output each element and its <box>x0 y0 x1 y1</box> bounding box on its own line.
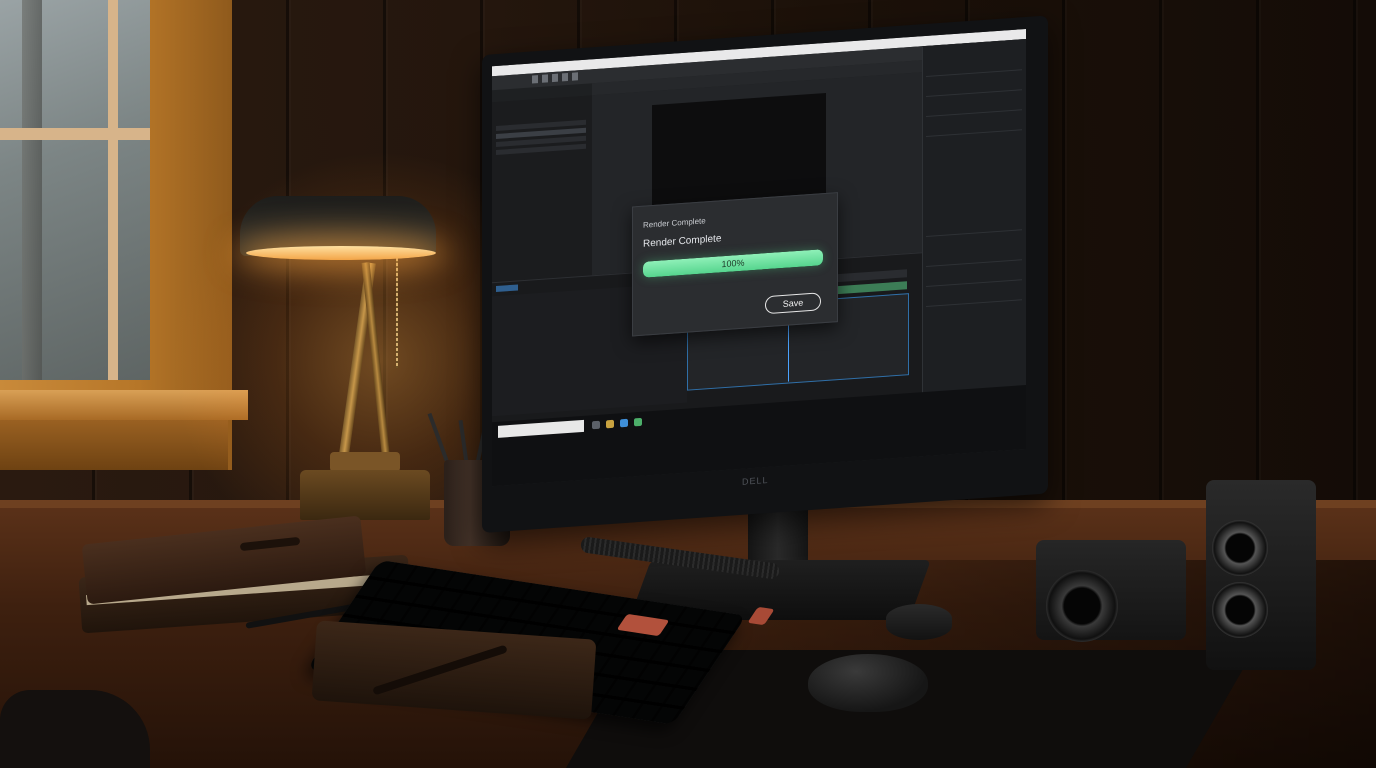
lamp-pull-chain <box>396 258 398 368</box>
lamp-bulb-glow <box>246 246 436 260</box>
dialog-title: Render Complete <box>643 233 722 250</box>
tool-icon[interactable] <box>542 74 548 83</box>
small-tin <box>886 604 952 640</box>
dialog-header: Render Complete <box>643 216 706 230</box>
folder-icon[interactable] <box>606 419 614 429</box>
tree-trunk-outside <box>22 0 42 380</box>
lamp-base <box>300 470 430 520</box>
camera-viewing-lens <box>1212 520 1268 576</box>
window-mullion-horizontal <box>0 128 150 140</box>
tool-icon[interactable] <box>572 72 578 81</box>
browser-icon[interactable] <box>620 418 628 428</box>
monitor-screen: Render Complete Render Complete 100% Sav… <box>492 28 1026 487</box>
monitor: Render Complete Render Complete 100% Sav… <box>482 15 1048 533</box>
computer-mouse <box>808 654 928 712</box>
search-icon[interactable] <box>592 420 600 430</box>
render-complete-dialog: Render Complete Render Complete 100% Sav… <box>632 192 838 337</box>
lamp-base-top <box>330 452 400 472</box>
window-mullion-vertical <box>108 0 118 380</box>
app-icon[interactable] <box>634 417 642 427</box>
render-progress-bar: 100% <box>643 249 823 278</box>
tool-icon[interactable] <box>552 73 558 83</box>
save-button[interactable]: Save <box>765 292 821 315</box>
tool-icon[interactable] <box>562 72 568 82</box>
tool-icon[interactable] <box>532 75 538 84</box>
camera-lens <box>1046 570 1118 642</box>
twin-lens-camera <box>1206 480 1316 670</box>
camera-taking-lens <box>1212 582 1268 638</box>
monitor-brand-logo: DELL <box>742 474 769 487</box>
